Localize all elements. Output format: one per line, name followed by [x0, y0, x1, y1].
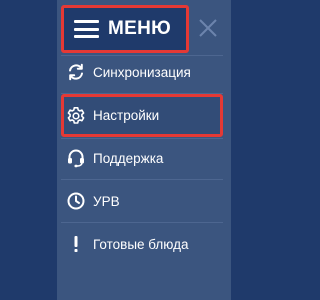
menu-header-button[interactable]: МЕНЮ	[61, 5, 189, 53]
menu-item-label: УРВ	[93, 193, 120, 209]
close-button[interactable]	[190, 5, 226, 51]
hamburger-icon	[74, 20, 99, 38]
menu-item-label: Готовые блюда	[93, 236, 189, 252]
menu-title: МЕНЮ	[108, 18, 172, 39]
menu-item-label: Поддержка	[93, 150, 164, 166]
menu-item-ready-dishes[interactable]: Готовые блюда	[61, 223, 223, 265]
clock-icon	[66, 191, 86, 211]
close-icon	[199, 19, 217, 37]
gear-icon	[66, 106, 86, 126]
menu-item-support[interactable]: Поддержка	[61, 137, 223, 179]
menu-item-sync[interactable]: Синхронизация	[61, 51, 223, 93]
exclamation-icon	[66, 234, 86, 254]
sync-icon	[66, 62, 86, 82]
menu-item-settings[interactable]: Настройки	[61, 94, 223, 137]
menu-item-urv[interactable]: УРВ	[61, 180, 223, 222]
menu-item-label: Синхронизация	[93, 64, 191, 80]
headset-icon	[66, 148, 86, 168]
menu-item-label: Настройки	[93, 108, 160, 123]
